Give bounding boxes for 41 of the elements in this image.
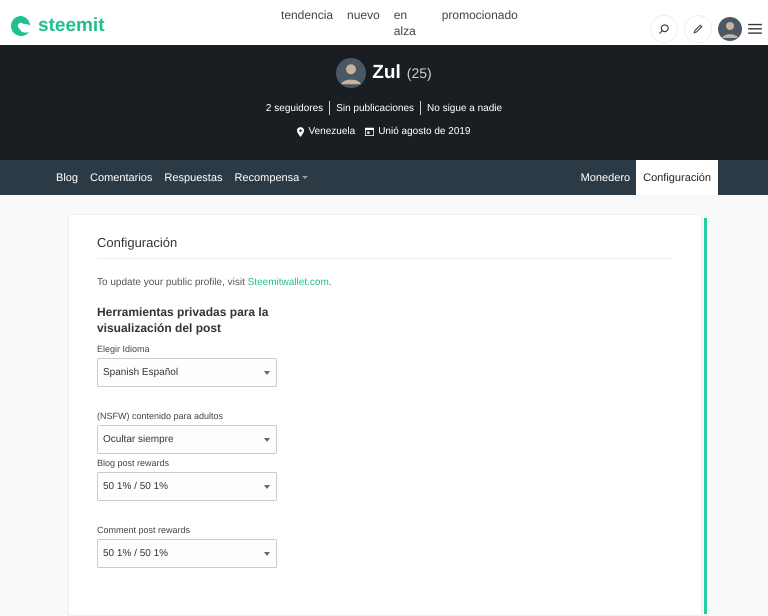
dropdown-arrow-icon: [264, 370, 270, 374]
location-pin-icon: [297, 126, 304, 136]
pencil-icon: [692, 23, 704, 35]
dropdown-field[interactable]: Ocultar siempre: [97, 425, 277, 454]
nav-link[interactable]: en alza: [394, 7, 420, 39]
avatar-icon: [336, 58, 366, 88]
dropdown-field[interactable]: Spanish Español: [97, 358, 277, 387]
field-label: Elegir Idioma: [97, 344, 151, 354]
avatar-icon[interactable]: [718, 14, 742, 44]
dropdown-arrow-icon: [264, 438, 270, 442]
dropdown-field[interactable]: 50 1% / 50 1%: [97, 472, 277, 501]
dropdown-arrow-icon: [264, 484, 270, 488]
nav-link[interactable]: tendencia: [281, 7, 334, 39]
field-label: Comment post rewards: [97, 525, 192, 535]
menu-icon[interactable]: [748, 23, 762, 35]
field-label: (NSFW) contenido para adultos: [97, 411, 224, 421]
nav-link[interactable]: promocionado: [442, 7, 518, 39]
profile-tab[interactable]: Comentarios: [84, 160, 158, 195]
search-button[interactable]: [650, 15, 678, 43]
profile-tab[interactable]: Blog: [50, 160, 84, 195]
profile-tab[interactable]: Recompensa: [228, 160, 314, 195]
calendar-icon: [365, 127, 374, 136]
profile-name: Zul: [372, 62, 401, 84]
nav-link[interactable]: nuevo: [347, 7, 380, 39]
dropdown-arrow-icon: [264, 552, 270, 556]
location-text: Venezuela: [308, 126, 356, 137]
profile-tab[interactable]: Monedero: [574, 160, 636, 195]
profile-stat[interactable]: Sin publicaciones: [336, 102, 414, 114]
profile-tab[interactable]: Respuestas: [158, 160, 228, 195]
join-date: Unió agosto de 2019: [378, 126, 470, 137]
profile-notice: To update your public profile, visit Steemitwallet.com.: [97, 277, 333, 288]
search-icon: [658, 23, 670, 35]
profile-stat[interactable]: No sigue a nadie: [427, 102, 502, 114]
edit-button[interactable]: [684, 15, 712, 43]
profile-stat[interactable]: 2 seguidores: [266, 102, 324, 114]
field-label: Blog post rewards: [97, 458, 170, 468]
section-heading: Herramientas privadas para la visualización del post: [97, 304, 270, 336]
reputation-score: (25): [406, 65, 432, 81]
settings-title: Configuración: [97, 235, 673, 259]
dropdown-field[interactable]: 50 1% / 50 1%: [97, 539, 277, 568]
profile-tab[interactable]: Configuración: [636, 160, 718, 195]
